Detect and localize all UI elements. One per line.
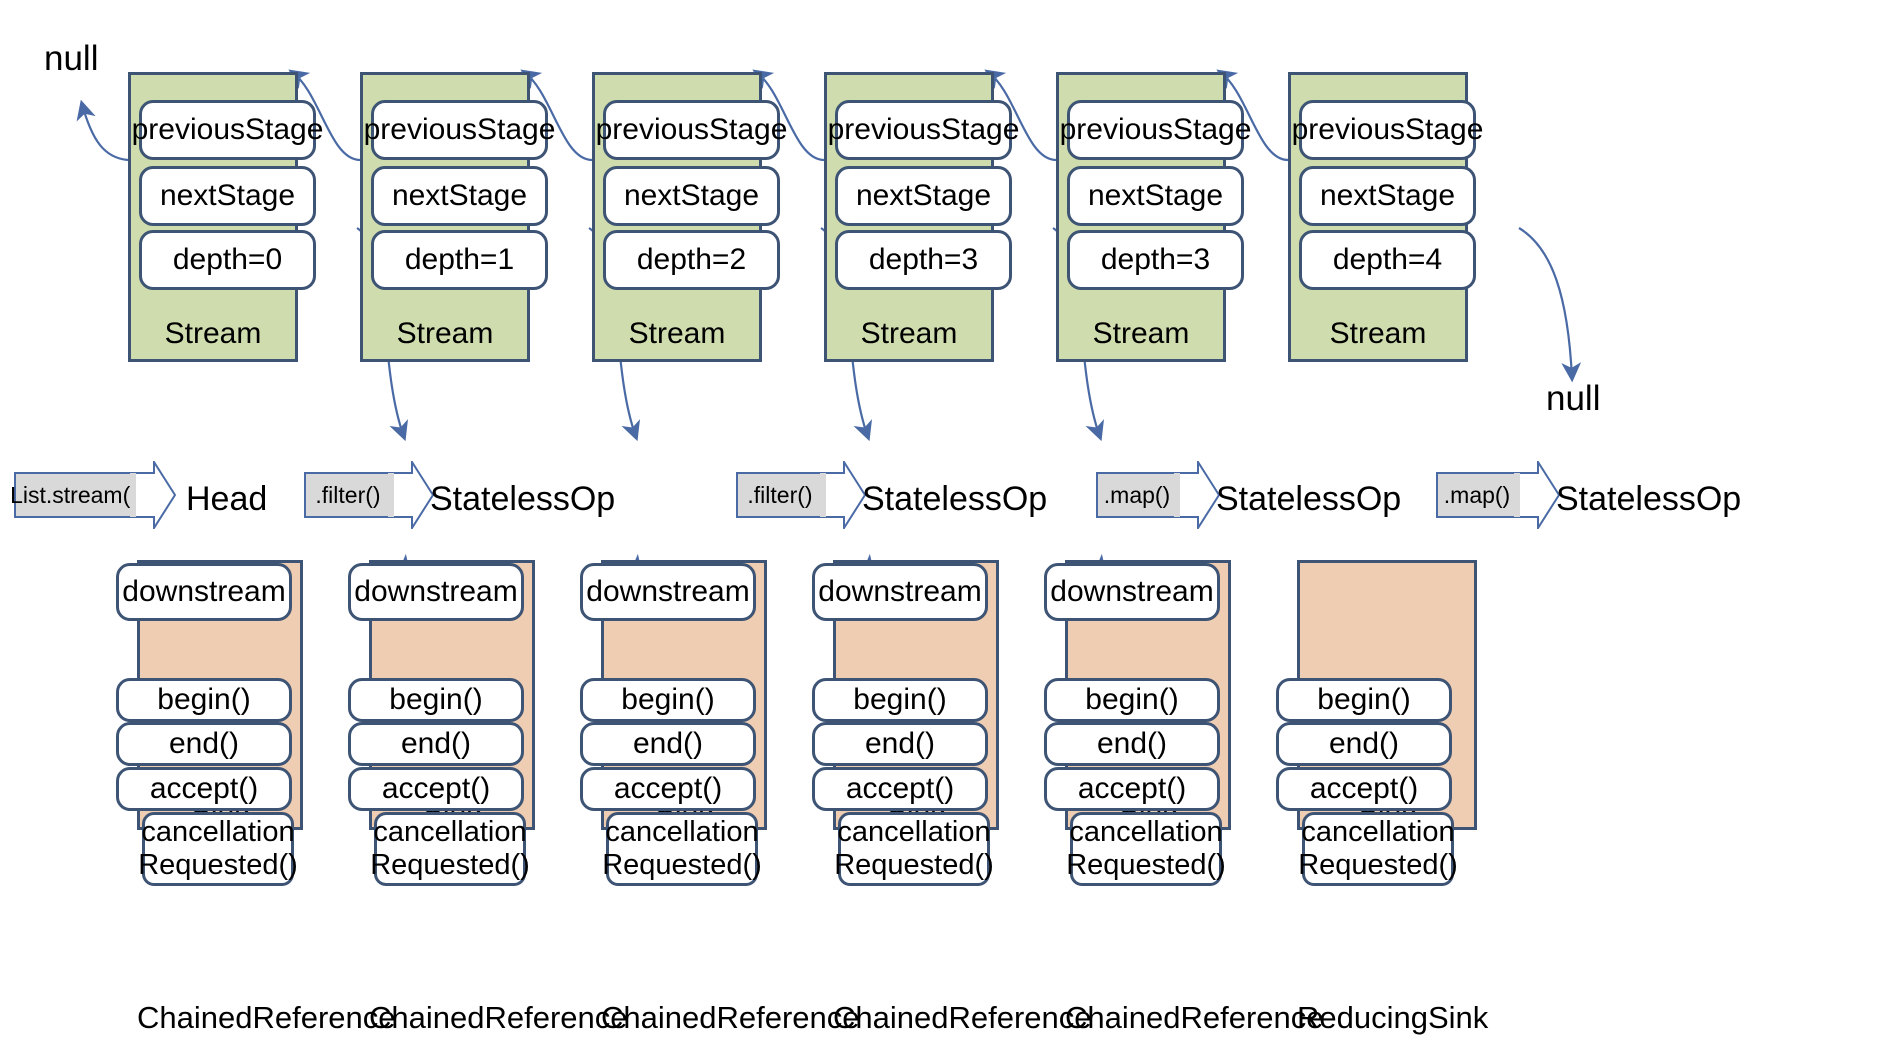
field-depth[interactable]: depth=4 <box>1299 230 1476 290</box>
field-accept[interactable]: accept() <box>348 767 524 811</box>
field-depth[interactable]: depth=0 <box>139 230 316 290</box>
field-depth[interactable]: depth=2 <box>603 230 780 290</box>
field-next-stage[interactable]: nextStage <box>1299 166 1476 226</box>
op-arrow-label: .filter() <box>304 472 392 518</box>
stage-kind-label: Stream <box>164 317 262 350</box>
field-accept[interactable]: accept() <box>1044 767 1220 811</box>
null-label-left: null <box>44 39 99 78</box>
field-cancellation-requested[interactable]: cancellation Requested() <box>1066 812 1226 886</box>
field-previous-stage[interactable]: previousStage <box>828 100 1019 160</box>
field-next-stage[interactable]: nextStage <box>835 166 1012 226</box>
stage-name-4: StatelessOp <box>1556 480 1742 518</box>
field-downstream[interactable]: downstream <box>812 563 988 621</box>
field-previous-stage[interactable]: previousStage <box>596 100 787 160</box>
field-next-stage[interactable]: nextStage <box>603 166 780 226</box>
op-arrow-0[interactable]: List.stream() <box>10 458 177 532</box>
cancellation-line-1: cancellation <box>1069 816 1223 848</box>
cancellation-line-2: Requested() <box>1066 849 1226 881</box>
field-next-stage[interactable]: nextStage <box>371 166 548 226</box>
op-arrow-label: .filter() <box>736 472 824 518</box>
op-arrow-label: .map() <box>1096 472 1178 518</box>
field-begin[interactable]: begin() <box>348 678 524 722</box>
arrow-head-icon <box>820 458 867 532</box>
field-end[interactable]: end() <box>1276 722 1452 766</box>
cancellation-line-2: Requested() <box>138 849 298 881</box>
field-previous-stage[interactable]: previousStage <box>1292 100 1483 160</box>
field-begin[interactable]: begin() <box>812 678 988 722</box>
stage-name-0: Head <box>186 480 268 518</box>
cancellation-line-2: Requested() <box>834 849 994 881</box>
field-cancellation-requested[interactable]: cancellation Requested() <box>834 812 994 886</box>
stage-name-1: StatelessOp <box>430 480 616 518</box>
op-arrow-2[interactable]: .filter() <box>736 458 867 532</box>
field-downstream[interactable]: downstream <box>580 563 756 621</box>
field-next-stage[interactable]: nextStage <box>1067 166 1244 226</box>
stage-kind-label: Stream <box>860 317 958 350</box>
null-label-right: null <box>1546 379 1601 418</box>
op-arrow-1[interactable]: .filter() <box>304 458 435 532</box>
stage-kind-label: Stream <box>396 317 494 350</box>
field-begin[interactable]: begin() <box>116 678 292 722</box>
field-end[interactable]: end() <box>580 722 756 766</box>
stage-kind-label: Stream <box>1092 317 1190 350</box>
diagram-canvas: Stream previousStage nextStage depth=0 S… <box>0 0 1890 1062</box>
field-downstream[interactable]: downstream <box>348 563 524 621</box>
stage-name-2: StatelessOp <box>862 480 1048 518</box>
arrow-head-icon <box>388 458 435 532</box>
stage-name-3: StatelessOp <box>1216 480 1402 518</box>
sink-caption: ChainedReference <box>1065 1000 1324 1035</box>
field-previous-stage[interactable]: previousStage <box>132 100 323 160</box>
field-next-stage[interactable]: nextStage <box>139 166 316 226</box>
cancellation-line-2: Requested() <box>370 849 530 881</box>
field-cancellation-requested[interactable]: cancellation Requested() <box>602 812 762 886</box>
field-previous-stage[interactable]: previousStage <box>1060 100 1251 160</box>
op-arrow-3[interactable]: .map() <box>1096 458 1221 532</box>
cancellation-line-2: Requested() <box>1298 849 1458 881</box>
field-accept[interactable]: accept() <box>116 767 292 811</box>
sink-caption: ReducingSink <box>1297 1000 1489 1035</box>
field-cancellation-requested[interactable]: cancellation Requested() <box>138 812 298 886</box>
sink-caption: ChainedReference <box>137 1000 396 1035</box>
op-arrow-label: List.stream() <box>10 472 138 518</box>
field-depth[interactable]: depth=3 <box>835 230 1012 290</box>
field-end[interactable]: end() <box>348 722 524 766</box>
arrow-head-icon <box>1514 458 1561 532</box>
cancellation-line-1: cancellation <box>141 816 295 848</box>
field-begin[interactable]: begin() <box>1044 678 1220 722</box>
cancellation-line-1: cancellation <box>1301 816 1455 848</box>
field-depth[interactable]: depth=1 <box>371 230 548 290</box>
stage-kind-label: Stream <box>628 317 726 350</box>
cancellation-line-1: cancellation <box>605 816 759 848</box>
field-begin[interactable]: begin() <box>580 678 756 722</box>
op-arrow-label: .map() <box>1436 472 1518 518</box>
arrow-head-icon <box>130 458 177 532</box>
cancellation-line-1: cancellation <box>373 816 527 848</box>
stage-kind-label: Stream <box>1329 317 1427 350</box>
field-downstream[interactable]: downstream <box>1044 563 1220 621</box>
cancellation-line-2: Requested() <box>602 849 762 881</box>
sink-caption: ChainedReference <box>833 1000 1092 1035</box>
arrow-head-icon <box>1174 458 1221 532</box>
field-begin[interactable]: begin() <box>1276 678 1452 722</box>
op-arrow-4[interactable]: .map() <box>1436 458 1561 532</box>
sink-caption: ChainedReference <box>369 1000 628 1035</box>
field-cancellation-requested[interactable]: cancellation Requested() <box>370 812 530 886</box>
field-accept[interactable]: accept() <box>1276 767 1452 811</box>
field-cancellation-requested[interactable]: cancellation Requested() <box>1298 812 1458 886</box>
wire-prev-null <box>76 99 129 162</box>
sink-caption: ChainedReference <box>601 1000 860 1035</box>
field-accept[interactable]: accept() <box>580 767 756 811</box>
field-previous-stage[interactable]: previousStage <box>364 100 555 160</box>
cancellation-line-1: cancellation <box>837 816 991 848</box>
field-end[interactable]: end() <box>812 722 988 766</box>
field-depth[interactable]: depth=3 <box>1067 230 1244 290</box>
field-end[interactable]: end() <box>1044 722 1220 766</box>
field-downstream[interactable]: downstream <box>116 563 292 621</box>
field-end[interactable]: end() <box>116 722 292 766</box>
field-accept[interactable]: accept() <box>812 767 988 811</box>
